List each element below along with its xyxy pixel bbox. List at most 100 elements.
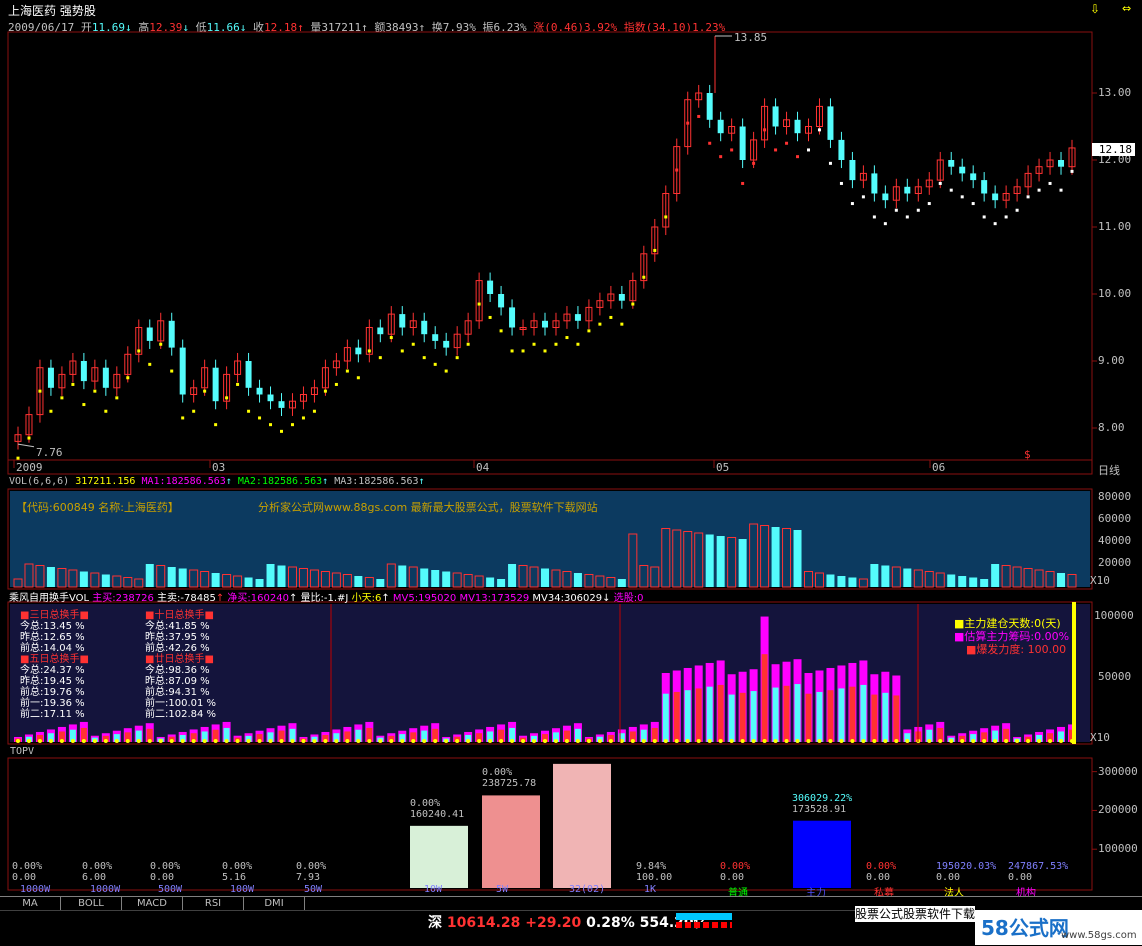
support-dot [203, 389, 207, 393]
topv-label: 1000W [90, 884, 121, 895]
tab-rsi[interactable]: RSI [183, 897, 244, 910]
support-dot [247, 409, 251, 413]
turnover-dot [488, 739, 493, 743]
volume-axis-label: 80000 [1098, 490, 1132, 503]
support-dot [411, 342, 415, 346]
support-dot [356, 376, 360, 380]
support-dot [1004, 215, 1008, 219]
support-dot [1059, 188, 1063, 192]
topv-value: 6.00 [82, 872, 107, 883]
support-dot [466, 342, 470, 346]
market-bar-icon [676, 922, 732, 928]
turnover-dot [740, 739, 745, 743]
turnover-dot [136, 739, 141, 743]
price-label: 11.00 [1098, 220, 1132, 233]
candle-body [772, 106, 779, 127]
date-label: 06 [932, 461, 946, 474]
chart-canvas[interactable] [0, 0, 1142, 896]
stat-line: 昨总:37.95 % [145, 632, 210, 643]
turnover-axis-label: X10 [1090, 731, 1110, 744]
support-dot [576, 342, 580, 346]
turnover-dot [257, 739, 262, 743]
support-dot [444, 369, 448, 373]
ma2-value: MA2:182586.563 [237, 476, 323, 487]
candle-body [717, 119, 724, 134]
ma3-value: MA3:182586.563 [334, 476, 419, 487]
price-label: 13.00 [1098, 86, 1132, 99]
support-dot [422, 356, 426, 360]
tab-boll[interactable]: BOLL [61, 897, 122, 910]
volume-bar [793, 530, 802, 587]
candle-body [487, 280, 494, 294]
turnover-dot [894, 739, 899, 743]
candle-body [970, 173, 977, 181]
support-dot [675, 168, 679, 172]
turnover-bar [662, 693, 669, 742]
turnover-dot [872, 739, 877, 743]
tab-ma[interactable]: MA [0, 897, 61, 910]
candle-body [739, 126, 746, 160]
turnover-dot [850, 739, 855, 743]
support-dot [653, 248, 657, 252]
volume-bar [848, 577, 857, 587]
turnover-header: 乘风自用换手VOL 主买:238726 主卖:-78485↑ 净买:160240… [9, 589, 643, 604]
topv-value: 7.93 [296, 872, 321, 883]
support-dot [894, 208, 898, 212]
volume-bar [431, 570, 440, 587]
turnover-bar [695, 688, 702, 742]
candle-body [355, 347, 362, 355]
period-label[interactable]: 日线 [1098, 462, 1120, 478]
turnover-axis-label: 50000 [1098, 670, 1132, 683]
turnover-dot [564, 739, 569, 743]
tab-macd[interactable]: MACD [122, 897, 183, 910]
stat-line: 昨总:12.65 % [20, 632, 85, 643]
candle-body [377, 327, 384, 335]
support-dot [982, 215, 986, 219]
volume-bar [903, 568, 912, 587]
support-dot [785, 141, 789, 145]
select-value: 选股:0 [613, 593, 644, 604]
turnover-dot [48, 739, 53, 743]
topv-bar [410, 825, 468, 888]
legend-item: 估算主力筹码:0.00% [964, 630, 1070, 643]
date-label: 03 [212, 461, 226, 474]
turnover-dot [685, 739, 690, 743]
turnover-dot [433, 739, 438, 743]
volume-bar [101, 574, 110, 587]
turnover-bar [871, 694, 878, 742]
turnover-bar [838, 688, 845, 742]
market-bar-icon [676, 913, 732, 920]
support-dot [543, 349, 547, 353]
candle-body [959, 166, 966, 174]
volume-bar [442, 571, 451, 587]
five-day-title: 五日总换手 [29, 654, 80, 665]
topv-pct: 0.00% [410, 798, 441, 809]
turnover-dot [147, 739, 152, 743]
stat-line: 前总:19.76 % [20, 687, 85, 698]
turnover-legend: ■主力建仓天数:0(天) ■估算主力筹码:0.00% ■爆发力度: 100.00 [954, 617, 1069, 656]
mv13-value: MV13:173529 [459, 593, 530, 604]
support-dot [916, 208, 920, 212]
turnover-dot [389, 739, 394, 743]
index-change: +29.20 [525, 915, 582, 931]
stat-line: 前二:17.11 % [20, 709, 85, 720]
price-label: 10.00 [1098, 287, 1132, 300]
ad-link[interactable]: 股票公式股票软件下载 [855, 906, 975, 922]
stat-line: 今总:98.36 % [145, 665, 210, 676]
support-dot [49, 409, 53, 413]
turnover-bar [882, 692, 889, 742]
current-day-marker [1072, 602, 1076, 744]
turnover-dot [784, 739, 789, 743]
stock-code-text: 【代码:600849 名称:上海医药】 [16, 501, 179, 514]
support-dot [521, 349, 525, 353]
tab-dmi[interactable]: DMI [244, 897, 305, 910]
turnover-dot [971, 739, 976, 743]
current-price-value: 12.18 [1098, 143, 1132, 156]
support-dot [565, 336, 569, 340]
support-dot [258, 416, 262, 420]
turnover-dot [422, 739, 427, 743]
volume-bar [497, 579, 506, 587]
turnover-dot [400, 739, 405, 743]
high-annot-value: 13.85 [734, 31, 768, 44]
date-label: 2009 [16, 461, 43, 474]
